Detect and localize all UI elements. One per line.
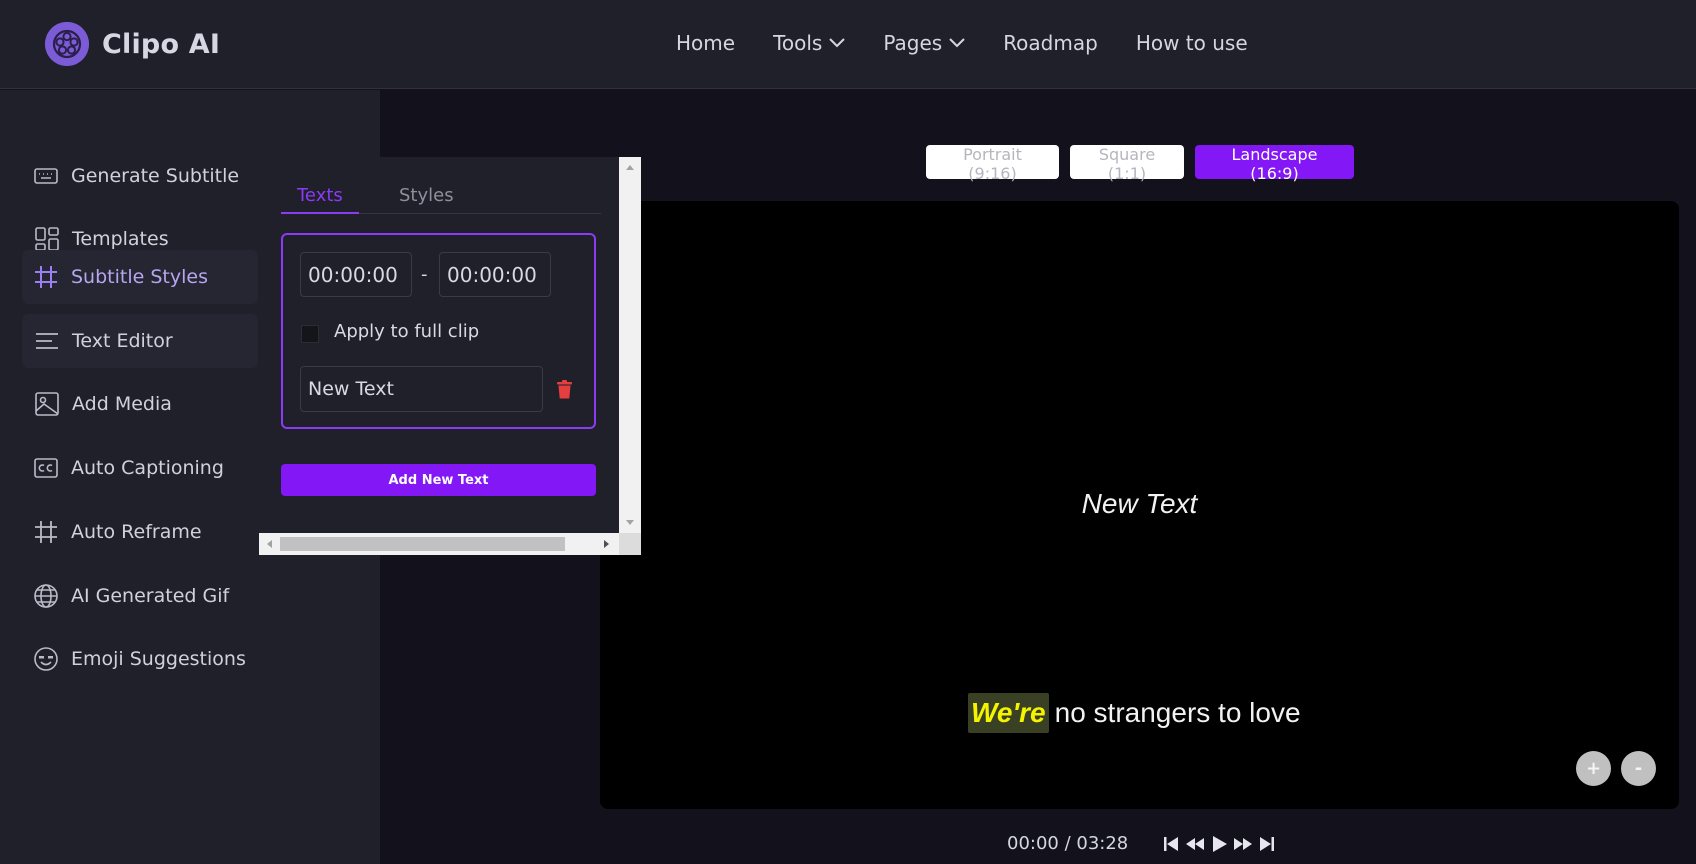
brand-logo[interactable]: Clipo AI bbox=[45, 22, 220, 66]
sidebar-item-text-editor[interactable]: Text Editor bbox=[22, 314, 258, 368]
grid-icon bbox=[35, 227, 59, 251]
sidebar-item-label: Add Media bbox=[72, 393, 172, 415]
square-ratio-button[interactable]: Square (1:1) bbox=[1070, 145, 1184, 183]
nav-how-to-use-label: How to use bbox=[1135, 31, 1248, 55]
nav-pages-label: Pages bbox=[883, 31, 943, 55]
trash-icon[interactable] bbox=[556, 380, 573, 399]
subtitle-text: no strangers to love bbox=[1054, 697, 1301, 728]
scrollbar-thumb[interactable] bbox=[280, 537, 565, 551]
text-editor-panel: Texts Styles - Apply to full clip Add Ne… bbox=[259, 157, 641, 555]
sidebar-item-label: Subtitle Styles bbox=[71, 266, 208, 288]
sidebar-item-ai-generated-gif[interactable]: AI Generated Gif bbox=[22, 569, 258, 623]
time-separator: - bbox=[421, 264, 428, 285]
apply-full-clip-label: Apply to full clip bbox=[334, 321, 480, 342]
sidebar-item-label: Templates bbox=[72, 228, 169, 250]
sidebar-item-label: Text Editor bbox=[72, 330, 173, 352]
nav-pages[interactable]: Pages bbox=[883, 31, 965, 55]
subtitle-line[interactable]: We're no strangers to love bbox=[968, 693, 1301, 733]
overlay-text[interactable]: New Text bbox=[600, 488, 1679, 520]
text-entry-card: - Apply to full clip bbox=[281, 233, 596, 429]
nav-home[interactable]: Home bbox=[676, 31, 735, 55]
chevron-down-icon bbox=[949, 38, 965, 48]
hash-icon bbox=[35, 266, 57, 288]
playback-time: 00:00 / 03:28 bbox=[1007, 833, 1129, 854]
cc-icon bbox=[34, 458, 58, 478]
tab-styles[interactable]: Styles bbox=[399, 185, 454, 212]
vertical-scrollbar[interactable] bbox=[619, 157, 641, 533]
rewind-icon[interactable] bbox=[1185, 834, 1205, 854]
image-icon bbox=[35, 392, 59, 416]
zoom-out-button[interactable]: - bbox=[1621, 751, 1656, 786]
chevron-down-icon bbox=[829, 38, 846, 48]
fast-forward-icon[interactable] bbox=[1233, 834, 1253, 854]
portrait-ratio-button[interactable]: Portrait (9:16) bbox=[926, 145, 1059, 183]
sidebar-item-label: Emoji Suggestions bbox=[71, 648, 246, 670]
playback-controls bbox=[1161, 834, 1277, 854]
nav-home-label: Home bbox=[676, 31, 736, 55]
emoji-icon bbox=[34, 647, 58, 671]
sidebar-item-label: Auto Captioning bbox=[71, 457, 224, 479]
text-content-input[interactable] bbox=[300, 366, 543, 412]
hash-icon bbox=[35, 521, 57, 543]
nav-roadmap[interactable]: Roadmap bbox=[1003, 31, 1098, 55]
nav-how-to-use[interactable]: How to use bbox=[1136, 31, 1248, 55]
sidebar-item-label: Auto Reframe bbox=[71, 521, 202, 543]
sidebar-item-auto-captioning[interactable]: Auto Captioning bbox=[22, 441, 258, 495]
sidebar-item-add-media[interactable]: Add Media bbox=[22, 377, 258, 431]
lines-icon bbox=[36, 333, 58, 349]
horizontal-scrollbar[interactable] bbox=[259, 533, 619, 555]
keyboard-icon bbox=[34, 168, 58, 184]
tab-texts[interactable]: Texts bbox=[281, 185, 359, 214]
nav-roadmap-label: Roadmap bbox=[1003, 31, 1098, 55]
top-header: Clipo AI Home Tools Pages Roadmap How to… bbox=[0, 0, 1696, 89]
brand-name: Clipo AI bbox=[102, 28, 221, 60]
panel-tabs: Texts Styles bbox=[281, 185, 601, 214]
add-new-text-button[interactable]: Add New Text bbox=[281, 464, 596, 496]
nav-tools[interactable]: Tools bbox=[773, 31, 846, 55]
play-icon[interactable] bbox=[1209, 834, 1229, 854]
zoom-in-button[interactable]: + bbox=[1576, 751, 1611, 786]
sidebar-item-auto-reframe[interactable]: Auto Reframe bbox=[22, 505, 258, 559]
scroll-arrows-icon bbox=[626, 165, 634, 525]
sidebar-item-label: AI Generated Gif bbox=[71, 585, 230, 607]
skip-forward-icon[interactable] bbox=[1257, 834, 1277, 854]
end-time-input[interactable] bbox=[439, 252, 551, 297]
apply-full-clip-checkbox[interactable] bbox=[301, 325, 319, 343]
landscape-ratio-button[interactable]: Landscape (16:9) bbox=[1195, 145, 1354, 183]
subtitle-highlight-word: We're bbox=[968, 693, 1049, 733]
main-nav: Home Tools Pages Roadmap How to use bbox=[676, 31, 1248, 55]
video-preview[interactable]: New Text We're no strangers to love + - bbox=[600, 201, 1679, 809]
sidebar-item-generate-subtitle[interactable]: Generate Subtitle bbox=[22, 149, 258, 203]
panel-content: Texts Styles - Apply to full clip Add Ne… bbox=[259, 157, 619, 535]
sidebar-item-subtitle-styles[interactable]: Subtitle Styles bbox=[22, 250, 258, 304]
film-reel-icon bbox=[45, 22, 89, 66]
sidebar-item-label: Generate Subtitle bbox=[71, 165, 240, 187]
start-time-input[interactable] bbox=[300, 252, 412, 297]
scrollbar-corner bbox=[619, 533, 641, 555]
sidebar-item-emoji-suggestions[interactable]: Emoji Suggestions bbox=[22, 632, 258, 686]
nav-tools-label: Tools bbox=[773, 31, 823, 55]
globe-icon bbox=[34, 584, 58, 608]
skip-back-icon[interactable] bbox=[1161, 834, 1181, 854]
